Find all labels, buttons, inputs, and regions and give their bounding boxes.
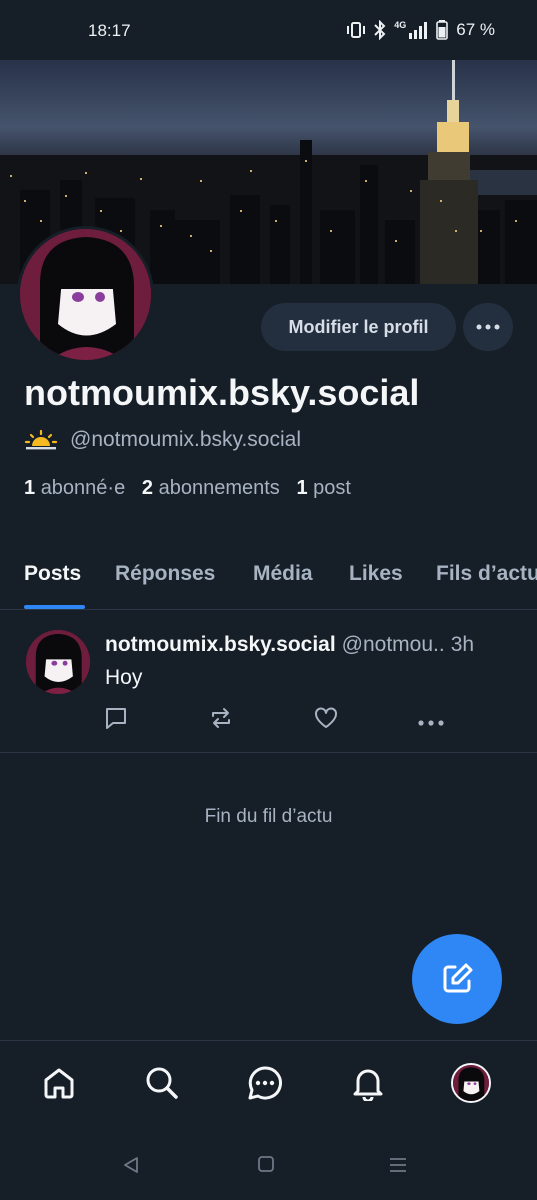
like-icon: [315, 707, 337, 728]
system-back-button[interactable]: [121, 1155, 141, 1180]
edit-profile-button[interactable]: Modifier le profil: [261, 303, 456, 351]
active-tab-indicator: [24, 605, 85, 609]
profile-tabs: Posts Réponses Média Likes Fils d’actu: [0, 548, 537, 610]
reply-icon: [106, 708, 126, 729]
avatar-illustration: [26, 630, 90, 694]
battery-icon: [436, 20, 449, 40]
bell-icon: [353, 1069, 383, 1101]
compose-icon: [443, 963, 473, 993]
reply-button[interactable]: [103, 705, 129, 736]
repost-icon: [212, 708, 230, 728]
avatar-illustration: [453, 1065, 489, 1101]
post-author-avatar[interactable]: [26, 630, 90, 694]
compose-button[interactable]: [412, 934, 502, 1024]
battery-percent: 67 %: [456, 20, 495, 39]
home-icon: [44, 1068, 74, 1099]
bluetooth-icon: [374, 20, 386, 40]
more-icon: [418, 720, 444, 726]
signal-icon: [409, 22, 428, 39]
profile-handle-row: @notmoumix.bsky.social: [24, 428, 301, 452]
avatar-illustration: [20, 229, 151, 360]
recents-icon: [390, 1158, 406, 1172]
tab-posts[interactable]: Posts: [24, 562, 81, 586]
system-recents-button[interactable]: [388, 1155, 408, 1180]
bottom-navigation: [0, 1040, 537, 1125]
profile-stats: 1 abonné·e 2 abonnements 1 post: [24, 477, 351, 500]
profile-avatar[interactable]: [17, 226, 154, 363]
post-header: notmoumix.bsky.social @notmou.. 3h: [105, 633, 474, 657]
tab-replies[interactable]: Réponses: [115, 562, 215, 586]
status-time: 18:17: [88, 21, 131, 40]
system-home-button[interactable]: [257, 1155, 275, 1178]
status-icons: 4G 67 %: [346, 20, 495, 40]
back-icon: [124, 1157, 138, 1173]
network-label: 4G: [394, 20, 407, 30]
followers-stat[interactable]: 1 abonné·e: [24, 477, 125, 499]
tab-likes[interactable]: Likes: [349, 562, 403, 586]
more-icon: [476, 324, 500, 330]
nav-home[interactable]: [39, 1063, 79, 1103]
post-more-button[interactable]: [417, 714, 445, 732]
sunrise-icon: [24, 429, 58, 450]
profile-display-name: notmoumix.bsky.social: [24, 372, 420, 413]
system-navigation-bar: [0, 1125, 537, 1200]
post-author-name[interactable]: notmoumix.bsky.social: [105, 633, 336, 656]
repost-button[interactable]: [208, 705, 234, 736]
tab-media[interactable]: Média: [253, 562, 313, 586]
post-timestamp: 3h: [450, 633, 475, 656]
feed-end-text: Fin du fil d’actu: [204, 806, 333, 827]
nav-search[interactable]: [142, 1063, 182, 1103]
nav-profile-avatar: [451, 1063, 491, 1103]
nav-notifications[interactable]: [348, 1063, 388, 1103]
vibrate-icon: [347, 22, 366, 38]
home-square-icon: [258, 1156, 274, 1172]
search-icon: [146, 1067, 178, 1099]
feed-post[interactable]: notmoumix.bsky.social @notmou.. 3h Hoy: [0, 611, 537, 753]
profile-more-button[interactable]: [463, 303, 513, 351]
profile-handle: @notmoumix.bsky.social: [70, 428, 301, 451]
nav-chat[interactable]: [245, 1063, 285, 1103]
tab-feeds[interactable]: Fils d’actu: [436, 562, 537, 586]
posts-stat: 1 post: [296, 477, 351, 499]
like-button[interactable]: [313, 705, 339, 736]
post-author-handle: @notmou..: [341, 633, 445, 656]
nav-profile[interactable]: [451, 1063, 491, 1103]
post-text: Hoy: [105, 666, 143, 689]
following-stat[interactable]: 2 abonnements: [142, 477, 280, 499]
chat-icon: [248, 1066, 282, 1100]
status-bar: 18:17 4G 67 %: [0, 0, 537, 60]
